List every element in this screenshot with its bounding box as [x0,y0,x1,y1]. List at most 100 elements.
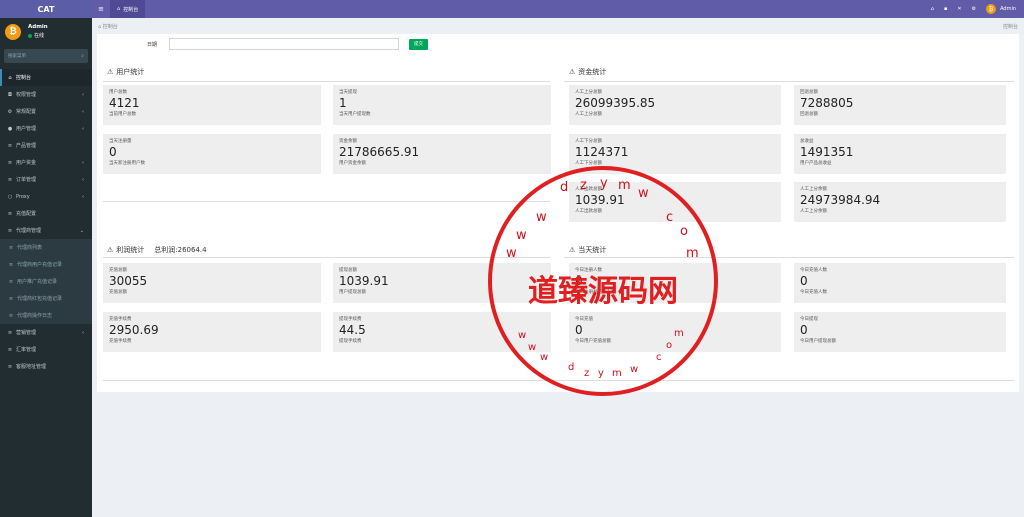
trash-icon[interactable]: ▪ [944,6,947,12]
search-icon[interactable]: ⌕ [81,53,84,59]
stat-value: 26099395.85 [575,96,656,110]
sidebar-item-label: 充值配置 [16,211,37,217]
dashboard-panel: 日期 提交 ⚠ 用户统计 ⚠ 资金统计 ⚠ 利润统计 总利润:26064.4 ⚠… [97,34,1019,392]
tab-dashboard[interactable]: ⌂ 控制台 [110,0,146,18]
sidebar-item-label: Proxy [16,193,30,200]
list-icon: ≡ [8,278,14,285]
stat-tile: 回退总额 7288805 回退总额 [794,85,1006,125]
date-filter: 日期 提交 [147,38,428,50]
stat-label: 今日提现 [800,317,818,322]
header-avatar[interactable]: ₿ [986,4,997,14]
user-icon: ● [7,125,13,132]
stat-value: 0 [800,274,808,288]
stat-value: 30055 [109,274,148,288]
stat-label: 当天提现 [339,90,357,95]
list-icon: ≡ [8,312,14,319]
warning-icon: ⚠ [569,68,576,76]
section-title: 利润统计 [116,246,145,254]
sidebar-item-14[interactable]: ≡ 代理商操作日志 [0,307,92,324]
stat-value: 1039.91 [575,193,625,207]
sidebar-item-label: 营销管理 [16,330,37,336]
divider [103,380,1014,381]
stat-tile: 今日提现 0 今日用户提现总额 [794,312,1006,352]
sidebar-item-1[interactable]: ◘ 权限管理 ‹ [0,86,92,103]
stat-tile: 用户总数 4121 当前用户总数 [103,85,321,125]
sidebar-item-label: 代理商用户充值记录 [17,262,63,268]
stat-desc: 回退总额 [800,112,818,117]
stat-tile: 充值手续费 2950.69 充值手续费 [103,312,321,352]
divider [564,81,1014,82]
submit-button[interactable]: 提交 [409,38,428,50]
sidebar-item-15[interactable]: ≡ 营销管理 ‹ [0,324,92,341]
stat-label: 今日充值人数 [800,268,827,273]
stat-label: 当天注册量 [109,139,132,144]
stat-desc: 人工上分余额 [800,209,827,214]
cog-icon: ⚙ [7,108,13,115]
warning-icon: ⚠ [107,246,114,254]
sidebar-item-label: 用户管理 [16,126,37,132]
sidebar-item-2[interactable]: ⚙ 常规配置 ‹ [0,103,92,120]
sidebar-item-label: 权限管理 [16,92,37,98]
sidebar-item-label: 客服地址管理 [16,364,47,370]
divider [564,257,1014,258]
stat-value: 0 [575,323,583,337]
sidebar-item-label: 代理商列表 [17,245,43,251]
stat-label: 充值总额 [109,268,127,273]
sidebar-item-label: 用户推广充值记录 [17,279,58,285]
stat-value: 0 [575,274,583,288]
stat-desc: 人工出款总额 [575,209,602,214]
sidebar-item-17[interactable]: ≡ 客服地址管理 [0,358,92,375]
sidebar-item-16[interactable]: ≡ 汇率管理 [0,341,92,358]
sidebar-item-label: 代理商操作日志 [17,313,53,319]
warning-icon: ⚠ [107,68,114,76]
settings-icon[interactable]: ⚙ [972,6,976,12]
warning-icon: ⚠ [569,246,576,254]
header-username[interactable]: Admin [1000,6,1016,12]
divider [103,81,550,82]
home-icon[interactable]: ⌂ [931,6,934,12]
app-logo[interactable]: CAT [0,0,92,18]
stat-tile: 今日充值 0 今日用户充值总额 [569,312,781,352]
date-input[interactable] [169,38,399,50]
section-title: 资金统计 [578,68,607,76]
sidebar-item-4[interactable]: ≡ 产品管理 [0,137,92,154]
stat-label: 总收益 [800,139,814,144]
divider [103,201,550,202]
sidebar-item-5[interactable]: ≡ 用户资金 ‹ [0,154,92,171]
main-content: ⌂ 控制台 控制台 日期 提交 ⚠ 用户统计 ⚠ 资金统计 ⚠ 利润统计 总利润… [92,18,1024,517]
list-icon: ≡ [7,159,13,166]
sidebar-item-9[interactable]: ≡ 代理商管理 ⌄ [0,222,92,239]
section-profit-stats: ⚠ 利润统计 总利润:26064.4 [107,243,207,257]
sidebar-item-10[interactable]: ≡ 代理商列表 [0,239,92,256]
stat-desc: 今日用户充值总额 [575,339,611,344]
chevron-left-icon: ‹ [82,91,84,98]
stat-label: 人工出款总额 [575,187,602,192]
chevron-down-icon: ⌄ [79,227,84,234]
breadcrumb: ⌂ 控制台 控制台 [98,23,1018,30]
stat-label: 人工下分总额 [575,139,602,144]
sidebar-item-13[interactable]: ≡ 代理商红包充值记录 [0,290,92,307]
header-tools: ⌂ ▪ ✕ ⚙ ₿ Admin [921,4,1024,14]
sidebar-item-6[interactable]: ≡ 订单管理 ‹ [0,171,92,188]
stat-tile: 今日充值人数 0 今日充值人数 [794,263,1006,303]
dashboard-icon: ⌂ [8,74,12,81]
sidebar-item-12[interactable]: ≡ 用户推广充值记录 [0,273,92,290]
stat-label: 人工上分余额 [800,187,827,192]
sidebar-item-3[interactable]: ● 用户管理 ‹ [0,120,92,137]
sidebar-item-7[interactable]: ○ Proxy ‹ [0,188,92,205]
sidebar-item-11[interactable]: ≡ 代理商用户充值记录 [0,256,92,273]
stat-desc: 用户资金余额 [339,161,366,166]
list-icon: ≡ [7,363,13,370]
fullscreen-icon[interactable]: ✕ [957,6,961,12]
user-name: Admin [28,24,48,30]
sidebar-item-8[interactable]: ≡ 充值配置 [0,205,92,222]
chevron-left-icon: ‹ [82,193,84,200]
search-input[interactable]: 搜索菜单 ⌕ [4,49,88,63]
sidebar-item-label: 汇率管理 [16,347,37,353]
section-title: 当天统计 [578,246,607,254]
sidebar-item-0[interactable]: ⌂ 控制台 [0,69,92,86]
menu-toggle-icon[interactable]: ≡ [92,5,110,13]
stat-value: 1491351 [800,145,854,159]
list-icon: ≡ [7,329,13,336]
stat-label: 今日充值 [575,317,593,322]
